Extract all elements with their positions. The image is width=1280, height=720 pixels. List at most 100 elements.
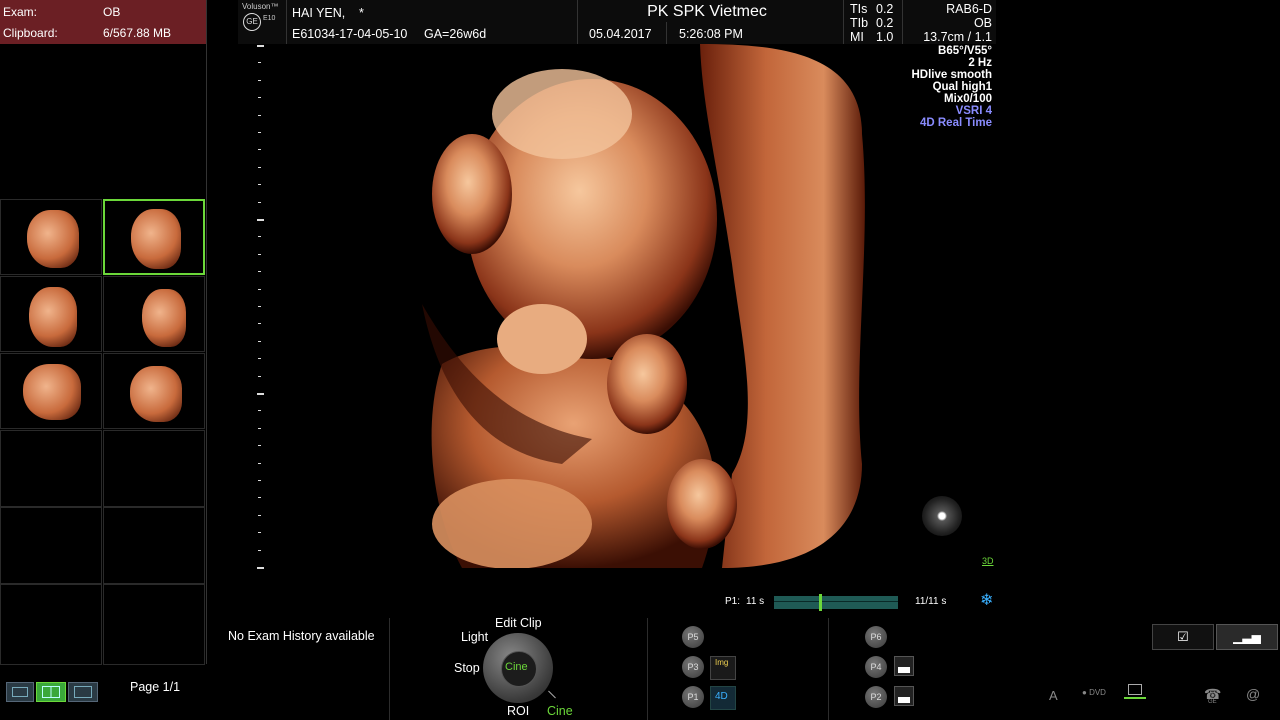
- preset-p1-button[interactable]: P1: [682, 686, 704, 708]
- light-label[interactable]: Light: [461, 630, 488, 644]
- gestational-age: GA=26w6d: [424, 27, 487, 41]
- layout-single-button[interactable]: [6, 682, 34, 702]
- checklist-icon[interactable]: ☑: [1152, 624, 1214, 650]
- exam-time: 5:26:08 PM: [679, 27, 743, 41]
- ruler-tick: [258, 253, 261, 255]
- ruler-tick: [258, 149, 261, 151]
- dial-pointer: [548, 690, 556, 699]
- layout-multi-button[interactable]: [68, 682, 98, 702]
- ruler-tick: [258, 410, 261, 412]
- image-param-highlight: 4D Real Time: [919, 117, 992, 129]
- empty-slot: [0, 430, 102, 507]
- layout-grid-button[interactable]: [36, 682, 66, 702]
- mi-label: MI: [850, 30, 864, 44]
- edit-clip-label[interactable]: Edit Clip: [495, 616, 542, 630]
- ruler-tick: [258, 132, 261, 133]
- dvd-icon: ● DVD: [1082, 688, 1106, 697]
- thumbnail-3[interactable]: [0, 276, 102, 352]
- cine-frames: 11/11 s: [915, 596, 947, 607]
- thumbnail-6[interactable]: [103, 353, 205, 429]
- ruler-tick: [258, 97, 261, 99]
- exam-date: 05.04.2017: [589, 27, 652, 41]
- ruler-tick: [258, 79, 261, 81]
- ruler-tick: [258, 497, 261, 499]
- ge-logo-icon: GE: [243, 13, 261, 31]
- ruler-tick: [258, 62, 261, 64]
- cine-p1-label: P1:: [725, 596, 741, 607]
- exam-label: Exam:: [3, 5, 38, 19]
- image-param: Qual high1: [932, 81, 992, 93]
- mode-4d-button[interactable]: 4D: [710, 686, 736, 710]
- ruler-tick: [258, 427, 261, 429]
- image-param: 2 Hz: [968, 57, 992, 69]
- clipboard-value: 6/567.88 MB: [103, 26, 172, 40]
- thumbnail-5[interactable]: [0, 353, 102, 429]
- empty-slot: [0, 584, 102, 665]
- img-icon[interactable]: Img: [710, 656, 736, 680]
- ruler-tick: [258, 375, 261, 377]
- exam-history-message: No Exam History available: [228, 629, 375, 643]
- exam-value: OB: [103, 5, 121, 19]
- tis-label: TIs: [850, 2, 868, 16]
- stop-label[interactable]: Stop: [454, 661, 480, 675]
- patient-name: HAI YEN,: [292, 6, 346, 20]
- cine-label[interactable]: Cine: [547, 704, 573, 718]
- exam-id: E61034-17-04-05-10: [292, 27, 408, 41]
- ruler-tick: [258, 340, 261, 342]
- preset-p2-button[interactable]: P2: [865, 686, 887, 708]
- ruler-tick: [258, 358, 261, 360]
- ruler-tick: [258, 114, 261, 116]
- ruler-tick: [258, 166, 261, 168]
- ruler-tick: [258, 549, 261, 551]
- cine-marker[interactable]: [819, 594, 822, 611]
- ruler-tick: [258, 323, 261, 325]
- clipboard-thumbnails: [0, 199, 206, 665]
- preset-p5-button[interactable]: P5: [682, 626, 704, 648]
- chart-icon[interactable]: ▁▃▅: [1216, 624, 1278, 650]
- top-header: Voluson™ GE E10 HAI YEN, * E61034-17-04-…: [238, 0, 996, 44]
- exam-info: Exam: OB Clipboard: 6/567.88 MB: [0, 0, 206, 44]
- ruler-tick: [258, 532, 261, 534]
- roi-label[interactable]: ROI: [507, 704, 529, 718]
- page-indicator: Page 1/1: [130, 680, 181, 694]
- preset-p6-button[interactable]: P6: [865, 626, 887, 648]
- light-source-icon[interactable]: [922, 496, 962, 536]
- email-icon: @: [1246, 686, 1261, 702]
- tib-label: TIb: [850, 16, 869, 30]
- image-param: Mix0/100: [944, 93, 992, 105]
- fetus-render: [422, 44, 865, 568]
- image-param: HDlive smooth: [911, 69, 992, 81]
- cine-timeline[interactable]: [774, 594, 898, 611]
- institution-name: PK SPK Vietmec: [647, 3, 767, 20]
- tib-value: 0.2: [876, 16, 894, 30]
- mode-3d-tag: 3D: [982, 556, 994, 566]
- ruler-tick: [258, 236, 261, 238]
- printer-icon[interactable]: [894, 656, 914, 676]
- patient-mark: *: [359, 6, 364, 20]
- thumbnail-4[interactable]: [103, 276, 205, 352]
- tis-value: 0.2: [876, 2, 894, 16]
- thumbnail-2-selected[interactable]: [103, 199, 205, 275]
- ruler-tick: [258, 445, 261, 447]
- ruler-tick: [258, 480, 261, 481]
- dial-center-cine[interactable]: Cine: [505, 661, 528, 673]
- ruler-tick: [258, 288, 261, 290]
- empty-slot: [103, 584, 205, 665]
- ruler-tick: [258, 184, 261, 186]
- empty-slot: [103, 430, 205, 507]
- preset-p3-button[interactable]: P3: [682, 656, 704, 678]
- image-param-highlight: VSRI 4: [955, 105, 992, 117]
- cine-p1-time: 11 s: [746, 596, 765, 607]
- printer-icon[interactable]: [894, 686, 914, 706]
- empty-slot: [103, 507, 205, 584]
- ruler-tick: [258, 271, 261, 273]
- empty-slot: [0, 507, 102, 584]
- image-param: B65°/V55°: [938, 45, 992, 57]
- thumbnail-1[interactable]: [0, 199, 102, 275]
- preset-p4-button[interactable]: P4: [865, 656, 887, 678]
- depth-scale: 13.7cm / 1.1: [923, 30, 992, 44]
- freeze-snowflake-icon[interactable]: ❄: [980, 590, 993, 610]
- application: OB: [973, 16, 992, 30]
- ruler-tick: [258, 514, 261, 516]
- probe-name: RAB6-D: [946, 2, 992, 16]
